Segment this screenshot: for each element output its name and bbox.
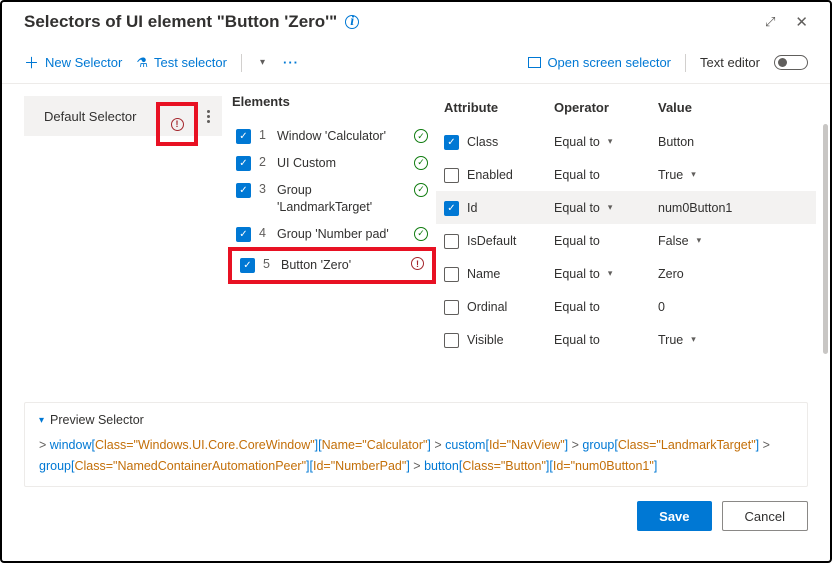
elements-heading: Elements xyxy=(232,94,432,109)
attribute-row[interactable]: IsDefaultEqual toFalse▾ xyxy=(436,224,816,257)
chevron-down-icon[interactable]: ▾ xyxy=(697,235,702,246)
chevron-down-icon[interactable]: ▾ xyxy=(256,57,269,68)
element-row[interactable]: ✓3Group 'LandmarkTarget'✓ xyxy=(232,177,432,221)
chevron-down-icon[interactable]: ▾ xyxy=(691,334,696,345)
attribute-row[interactable]: VisibleEqual toTrue▾ xyxy=(436,323,816,356)
elements-panel: Elements ✓1Window 'Calculator'✓✓2UI Cust… xyxy=(222,84,432,394)
kebab-icon[interactable] xyxy=(203,106,214,127)
scrollbar[interactable] xyxy=(823,124,828,354)
element-row[interactable]: ✓4Group 'Number pad'✓ xyxy=(232,221,432,248)
checkbox[interactable] xyxy=(444,234,459,249)
ok-icon: ✓ xyxy=(414,183,428,197)
test-selector-button[interactable]: ⚗ Test selector xyxy=(136,55,227,71)
text-editor-label: Text editor xyxy=(700,55,760,70)
checkbox[interactable] xyxy=(444,267,459,282)
plus-icon: ＋ xyxy=(24,52,39,73)
checkbox[interactable]: ✓ xyxy=(240,258,255,273)
checkbox[interactable]: ✓ xyxy=(236,129,251,144)
titlebar: Selectors of UI element "Button 'Zero'" … xyxy=(2,2,830,46)
ok-icon: ✓ xyxy=(414,227,428,241)
error-icon: ! xyxy=(171,118,184,131)
attribute-row[interactable]: ✓IdEqual to▾num0Button1 xyxy=(436,191,816,224)
attribute-row[interactable]: OrdinalEqual to0 xyxy=(436,290,816,323)
checkbox[interactable]: ✓ xyxy=(236,156,251,171)
checkbox[interactable] xyxy=(444,300,459,315)
close-icon[interactable]: ✕ xyxy=(795,13,808,31)
ok-icon: ✓ xyxy=(414,156,428,170)
selector-list: Default Selector ! xyxy=(2,84,222,394)
toolbar: ＋ New Selector ⚗ Test selector ▾ ··· Ope… xyxy=(2,46,830,84)
screen-icon xyxy=(528,57,541,68)
dialog-title: Selectors of UI element "Button 'Zero'" xyxy=(24,12,337,32)
highlight-error-selector: ! xyxy=(156,102,198,146)
error-icon: ! xyxy=(411,257,424,270)
ok-icon: ✓ xyxy=(414,129,428,143)
checkbox[interactable] xyxy=(444,333,459,348)
flask-icon: ⚗ xyxy=(136,55,148,71)
footer: Save Cancel xyxy=(2,487,830,545)
checkbox[interactable]: ✓ xyxy=(236,227,251,242)
open-screen-selector-button[interactable]: Open screen selector xyxy=(528,55,671,70)
chevron-down-icon: ▾ xyxy=(39,415,44,426)
text-editor-toggle[interactable] xyxy=(774,55,808,70)
col-operator: Operator xyxy=(554,100,658,115)
checkbox[interactable]: ✓ xyxy=(236,183,251,198)
new-selector-button[interactable]: ＋ New Selector xyxy=(24,52,122,73)
element-row[interactable]: ✓5Button 'Zero'! xyxy=(228,247,436,284)
chevron-down-icon[interactable]: ▾ xyxy=(608,268,613,279)
checkbox[interactable]: ✓ xyxy=(444,135,459,150)
attribute-row[interactable]: NameEqual to▾Zero xyxy=(436,257,816,290)
col-value: Value xyxy=(658,100,816,115)
chevron-down-icon[interactable]: ▾ xyxy=(691,169,696,180)
element-row[interactable]: ✓1Window 'Calculator'✓ xyxy=(232,123,432,150)
attribute-row[interactable]: EnabledEqual toTrue▾ xyxy=(436,158,816,191)
checkbox[interactable]: ✓ xyxy=(444,201,459,216)
preview-selector-panel: ▾ Preview Selector > window[Class="Windo… xyxy=(24,402,808,487)
save-button[interactable]: Save xyxy=(637,501,711,531)
preview-toggle[interactable]: ▾ Preview Selector xyxy=(39,413,793,427)
selector-string: > window[Class="Windows.UI.Core.CoreWind… xyxy=(39,435,793,476)
expand-icon[interactable]: ⤢ xyxy=(765,14,775,30)
more-icon[interactable]: ··· xyxy=(283,55,299,70)
checkbox[interactable] xyxy=(444,168,459,183)
info-icon[interactable]: i xyxy=(345,15,359,29)
chevron-down-icon[interactable]: ▾ xyxy=(608,202,613,213)
cancel-button[interactable]: Cancel xyxy=(722,501,808,531)
attribute-row[interactable]: ✓ClassEqual to▾Button xyxy=(436,125,816,158)
element-row[interactable]: ✓2UI Custom✓ xyxy=(232,150,432,177)
chevron-down-icon[interactable]: ▾ xyxy=(608,136,613,147)
col-attribute: Attribute xyxy=(444,100,554,115)
attributes-panel: Attribute Operator Value ✓ClassEqual to▾… xyxy=(432,84,830,394)
